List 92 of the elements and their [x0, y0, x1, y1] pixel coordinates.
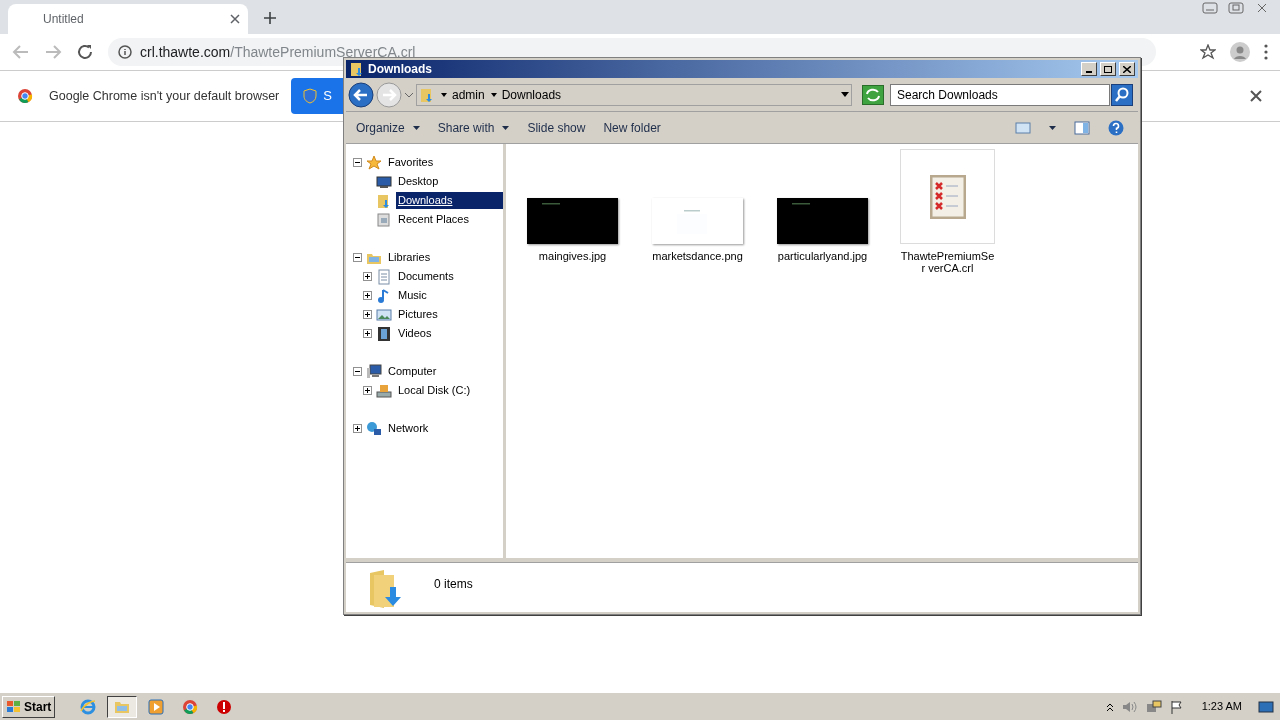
browser-e-icon [80, 698, 97, 715]
tree-item[interactable]: Libraries [386, 249, 503, 266]
breadcrumb-item[interactable]: admin [452, 85, 485, 104]
expand-toggle[interactable] [363, 386, 372, 395]
recent-places-icon [376, 211, 392, 228]
tab-title: Untitled [43, 11, 85, 28]
stop-icon [216, 698, 233, 715]
tree-item[interactable]: Downloads [396, 192, 503, 209]
computer-icon [366, 363, 382, 380]
tree-item[interactable]: Local Disk (C:) [396, 382, 503, 399]
close-button[interactable] [1119, 62, 1135, 76]
expand-toggle[interactable] [363, 310, 372, 319]
collapse-toggle[interactable] [353, 253, 362, 262]
command-button[interactable]: Share with [437, 118, 510, 137]
file-name[interactable]: particularlyand.jpg [777, 250, 868, 262]
clock[interactable]: 1:23 AM [1201, 698, 1242, 715]
new-tab-icon[interactable] [264, 12, 276, 24]
collapse-toggle[interactable] [353, 158, 362, 167]
folder-icon [376, 192, 392, 209]
infobar-message: Google Chrome isn't your default browser [49, 87, 280, 105]
tree-item[interactable]: Network [386, 420, 503, 437]
expand-toggle[interactable] [353, 424, 362, 433]
network-icon [366, 420, 382, 437]
chrome-icon [17, 88, 33, 104]
command-button[interactable]: New folder [603, 118, 661, 137]
close-icon[interactable] [230, 14, 240, 24]
restore-icon[interactable] [1228, 2, 1244, 14]
back-icon[interactable] [348, 81, 374, 108]
caret-icon [502, 125, 510, 130]
search-field[interactable]: Search Downloads [890, 83, 1110, 106]
refresh-icon[interactable] [862, 84, 884, 105]
caret-icon [412, 125, 420, 130]
windows-logo-icon [6, 699, 22, 714]
file-name[interactable]: marketsdance.png [652, 250, 743, 262]
caret-icon[interactable] [1049, 125, 1056, 130]
collapse-toggle[interactable] [353, 367, 362, 376]
minimize-button[interactable] [1081, 62, 1097, 76]
tree-item[interactable]: Pictures [396, 306, 503, 323]
tree-item[interactable]: Documents [396, 268, 503, 285]
maximize-button[interactable] [1100, 62, 1116, 76]
star-icon[interactable] [1200, 44, 1216, 60]
tree-item[interactable]: Desktop [396, 173, 503, 190]
tree-item[interactable]: Recent Places [396, 211, 503, 228]
caret-icon[interactable] [490, 92, 497, 97]
file-name[interactable]: maingives.jpg [538, 250, 607, 262]
taskbar-button[interactable] [107, 695, 138, 718]
shield-icon [303, 88, 318, 104]
preview-pane-icon[interactable] [1074, 120, 1090, 135]
profile-icon[interactable] [1230, 42, 1250, 62]
search-icon[interactable] [1111, 83, 1133, 106]
play-icon [148, 698, 165, 715]
monitor-icon [376, 173, 392, 190]
folder-icon [368, 569, 404, 609]
disk-drive-icon [376, 382, 392, 399]
caret-icon[interactable] [841, 92, 849, 97]
chrome-icon [182, 698, 199, 715]
file-name[interactable]: ThawtePremiumSer verCA.crl [899, 250, 996, 274]
command-button[interactable]: Slide show [527, 118, 586, 137]
chevron-up-icon[interactable] [1105, 701, 1114, 712]
url-text: crl.thawte.com/ThawtePremiumServerCA.crl [140, 42, 416, 62]
reload-icon[interactable] [76, 43, 94, 61]
menu-icon[interactable] [1264, 44, 1268, 60]
maximize-icon [1104, 65, 1112, 73]
caret-icon[interactable] [441, 92, 447, 97]
folder-icon [419, 86, 435, 103]
expand-toggle[interactable] [363, 272, 372, 281]
document-icon [376, 268, 392, 285]
close-icon [1123, 65, 1131, 73]
tree-item[interactable]: Favorites [386, 154, 503, 171]
minimize-icon[interactable] [1202, 2, 1218, 14]
expand-toggle[interactable] [363, 291, 372, 300]
item-count: 0 items [434, 576, 473, 593]
tree-item[interactable]: Videos [396, 325, 503, 342]
close-icon[interactable] [1250, 90, 1262, 102]
tree-item[interactable]: Computer [386, 363, 503, 380]
star-icon [366, 154, 382, 171]
start-button[interactable]: Start [2, 695, 56, 718]
help-icon[interactable] [1108, 119, 1124, 136]
pictures-icon [376, 306, 392, 323]
film-icon [376, 325, 392, 342]
tree-item[interactable]: Music [396, 287, 503, 304]
certificate-icon [929, 174, 966, 219]
breadcrumb-bar[interactable]: admin Downloads [416, 83, 852, 106]
browser-tab[interactable]: Untitled [8, 4, 248, 34]
breadcrumb-item[interactable]: Downloads [501, 85, 562, 104]
network-icon[interactable] [1145, 699, 1162, 714]
command-button[interactable]: Organize [356, 118, 420, 137]
folder-icon [349, 61, 365, 77]
expand-toggle[interactable] [363, 329, 372, 338]
show-desktop-icon[interactable] [1258, 700, 1274, 713]
flag-icon[interactable] [1169, 699, 1184, 714]
info-icon [118, 45, 132, 59]
